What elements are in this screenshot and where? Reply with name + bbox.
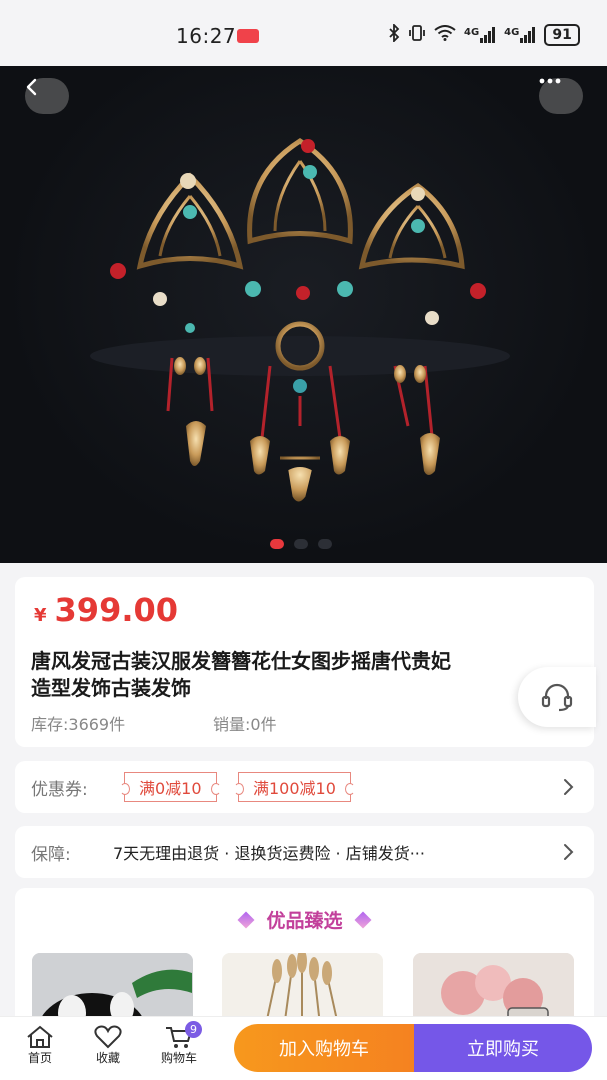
chevron-right-icon bbox=[564, 779, 574, 795]
battery-indicator: 91 bbox=[544, 24, 580, 46]
stock-count: 库存:3669件 bbox=[31, 715, 126, 734]
nav-favorite[interactable]: 收藏 bbox=[78, 1025, 138, 1066]
nav-favorite-label: 收藏 bbox=[95, 1051, 120, 1065]
coupon-label: 优惠券: bbox=[31, 779, 88, 800]
guarantee-label: 保障: bbox=[31, 844, 71, 865]
diamond-icon bbox=[237, 911, 255, 928]
product-info-card: ¥ 399.00 唐风发冠古装汉服发簪簪花仕女图步摇唐代贵妃 造型发饰古装发饰 … bbox=[15, 577, 594, 747]
gallery-dot[interactable] bbox=[294, 539, 308, 549]
cart-count-badge: 9 bbox=[185, 1021, 202, 1038]
guarantee-text: 7天无理由退货 · 退换货运费险 · 店铺发货··· bbox=[113, 844, 425, 863]
nav-home[interactable]: 首页 bbox=[10, 1025, 70, 1066]
nav-home-label: 首页 bbox=[27, 1051, 52, 1065]
wifi-icon bbox=[434, 25, 456, 45]
gallery-dot[interactable] bbox=[318, 539, 332, 549]
heart-icon bbox=[94, 1025, 122, 1049]
app-notification-icon bbox=[237, 29, 259, 43]
home-icon bbox=[27, 1025, 53, 1048]
currency-symbol: ¥ bbox=[34, 605, 47, 626]
price: ¥ 399.00 bbox=[34, 591, 178, 629]
gallery-dot-active[interactable] bbox=[270, 539, 284, 549]
bottom-action-bar: 首页 收藏 9 购物车 加入购物车 立即购买 bbox=[0, 1016, 607, 1080]
status-icons: 4G 4G 91 bbox=[388, 22, 580, 46]
back-button[interactable] bbox=[25, 78, 69, 114]
headset-icon bbox=[541, 683, 573, 712]
nav-cart-label: 购物车 bbox=[160, 1051, 197, 1065]
vibrate-icon bbox=[408, 24, 426, 46]
signal-2-icon: 4G bbox=[504, 27, 536, 43]
network-type-2: 4G bbox=[504, 27, 520, 38]
sales-count: 销量:0件 bbox=[213, 715, 277, 734]
add-to-cart-button[interactable]: 加入购物车 bbox=[234, 1024, 414, 1072]
chevron-left-icon bbox=[26, 78, 37, 96]
signal-1-icon: 4G bbox=[464, 27, 496, 43]
more-icon bbox=[539, 78, 561, 84]
nav-cart[interactable]: 9 购物车 bbox=[149, 1021, 209, 1066]
picks-header: 优品臻选 bbox=[15, 906, 594, 933]
gallery-indicator bbox=[270, 539, 332, 549]
product-title: 唐风发冠古装汉服发簪簪花仕女图步摇唐代贵妃 造型发饰古装发饰 bbox=[31, 649, 451, 700]
status-time: 16:27 bbox=[176, 24, 237, 48]
chevron-right-icon bbox=[564, 844, 574, 860]
network-type-1: 4G bbox=[464, 27, 480, 38]
coupon-tag[interactable]: 满0减10 bbox=[120, 772, 221, 802]
hairpin-product-image bbox=[90, 138, 510, 502]
diamond-icon bbox=[354, 911, 371, 928]
customer-service-button[interactable] bbox=[518, 667, 596, 727]
status-bar: 16:27 4G 4G 91 bbox=[0, 0, 607, 66]
price-value: 399.00 bbox=[54, 591, 179, 629]
bluetooth-icon bbox=[388, 22, 400, 46]
guarantee-row[interactable]: 保障: 7天无理由退货 · 退换货运费险 · 店铺发货··· bbox=[15, 826, 594, 878]
picks-title: 优品臻选 bbox=[266, 910, 343, 932]
more-options-button[interactable] bbox=[539, 78, 583, 114]
buy-now-button[interactable]: 立即购买 bbox=[414, 1024, 592, 1072]
coupon-row[interactable]: 优惠券: 满0减10 满100减10 bbox=[15, 761, 594, 813]
product-image-gallery[interactable] bbox=[0, 66, 607, 563]
coupon-tag[interactable]: 满100减10 bbox=[234, 772, 355, 802]
